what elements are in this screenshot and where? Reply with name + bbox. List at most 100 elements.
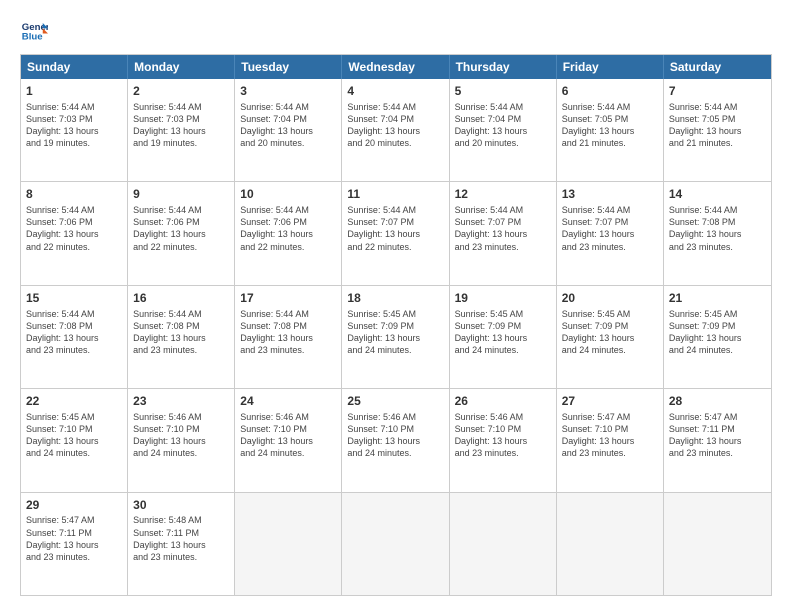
cell-details: Sunrise: 5:44 AMSunset: 7:03 PMDaylight:… (26, 101, 122, 150)
calendar-cell: 24Sunrise: 5:46 AMSunset: 7:10 PMDayligh… (235, 389, 342, 491)
cell-details: Sunrise: 5:44 AMSunset: 7:08 PMDaylight:… (240, 308, 336, 357)
day-number: 12 (455, 186, 551, 203)
cell-details: Sunrise: 5:44 AMSunset: 7:04 PMDaylight:… (347, 101, 443, 150)
calendar-cell: 26Sunrise: 5:46 AMSunset: 7:10 PMDayligh… (450, 389, 557, 491)
cell-details: Sunrise: 5:44 AMSunset: 7:08 PMDaylight:… (26, 308, 122, 357)
calendar-row: 29Sunrise: 5:47 AMSunset: 7:11 PMDayligh… (21, 492, 771, 595)
day-number: 15 (26, 290, 122, 307)
day-number: 1 (26, 83, 122, 100)
weekday-header: Monday (128, 55, 235, 79)
day-number: 28 (669, 393, 766, 410)
day-number: 14 (669, 186, 766, 203)
calendar-cell: 3Sunrise: 5:44 AMSunset: 7:04 PMDaylight… (235, 79, 342, 181)
day-number: 18 (347, 290, 443, 307)
cell-details: Sunrise: 5:44 AMSunset: 7:07 PMDaylight:… (347, 204, 443, 253)
calendar-cell: 16Sunrise: 5:44 AMSunset: 7:08 PMDayligh… (128, 286, 235, 388)
cell-details: Sunrise: 5:47 AMSunset: 7:11 PMDaylight:… (669, 411, 766, 460)
calendar-row: 15Sunrise: 5:44 AMSunset: 7:08 PMDayligh… (21, 285, 771, 388)
calendar-cell: 18Sunrise: 5:45 AMSunset: 7:09 PMDayligh… (342, 286, 449, 388)
day-number: 9 (133, 186, 229, 203)
weekday-header: Thursday (450, 55, 557, 79)
cell-details: Sunrise: 5:44 AMSunset: 7:06 PMDaylight:… (240, 204, 336, 253)
calendar-cell: 22Sunrise: 5:45 AMSunset: 7:10 PMDayligh… (21, 389, 128, 491)
logo: General Blue (20, 16, 48, 44)
calendar-cell: 5Sunrise: 5:44 AMSunset: 7:04 PMDaylight… (450, 79, 557, 181)
day-number: 17 (240, 290, 336, 307)
cell-details: Sunrise: 5:46 AMSunset: 7:10 PMDaylight:… (133, 411, 229, 460)
day-number: 27 (562, 393, 658, 410)
day-number: 24 (240, 393, 336, 410)
weekday-header: Wednesday (342, 55, 449, 79)
cell-details: Sunrise: 5:44 AMSunset: 7:04 PMDaylight:… (240, 101, 336, 150)
day-number: 10 (240, 186, 336, 203)
calendar-cell: 30Sunrise: 5:48 AMSunset: 7:11 PMDayligh… (128, 493, 235, 595)
cell-details: Sunrise: 5:44 AMSunset: 7:07 PMDaylight:… (455, 204, 551, 253)
day-number: 3 (240, 83, 336, 100)
calendar-header: SundayMondayTuesdayWednesdayThursdayFrid… (21, 55, 771, 79)
day-number: 25 (347, 393, 443, 410)
day-number: 4 (347, 83, 443, 100)
day-number: 16 (133, 290, 229, 307)
calendar-page: General Blue SundayMondayTuesdayWednesda… (0, 0, 792, 612)
day-number: 7 (669, 83, 766, 100)
day-number: 8 (26, 186, 122, 203)
calendar-body: 1Sunrise: 5:44 AMSunset: 7:03 PMDaylight… (21, 79, 771, 595)
calendar-row: 1Sunrise: 5:44 AMSunset: 7:03 PMDaylight… (21, 79, 771, 181)
calendar-cell: 25Sunrise: 5:46 AMSunset: 7:10 PMDayligh… (342, 389, 449, 491)
cell-details: Sunrise: 5:44 AMSunset: 7:05 PMDaylight:… (562, 101, 658, 150)
cell-details: Sunrise: 5:45 AMSunset: 7:09 PMDaylight:… (669, 308, 766, 357)
day-number: 6 (562, 83, 658, 100)
calendar-cell: 11Sunrise: 5:44 AMSunset: 7:07 PMDayligh… (342, 182, 449, 284)
cell-details: Sunrise: 5:46 AMSunset: 7:10 PMDaylight:… (455, 411, 551, 460)
calendar-cell (450, 493, 557, 595)
day-number: 22 (26, 393, 122, 410)
day-number: 21 (669, 290, 766, 307)
calendar-cell: 29Sunrise: 5:47 AMSunset: 7:11 PMDayligh… (21, 493, 128, 595)
day-number: 19 (455, 290, 551, 307)
cell-details: Sunrise: 5:45 AMSunset: 7:09 PMDaylight:… (562, 308, 658, 357)
logo-icon: General Blue (20, 16, 48, 44)
calendar-cell: 7Sunrise: 5:44 AMSunset: 7:05 PMDaylight… (664, 79, 771, 181)
weekday-header: Saturday (664, 55, 771, 79)
day-number: 2 (133, 83, 229, 100)
calendar-cell: 20Sunrise: 5:45 AMSunset: 7:09 PMDayligh… (557, 286, 664, 388)
calendar: SundayMondayTuesdayWednesdayThursdayFrid… (20, 54, 772, 596)
day-number: 23 (133, 393, 229, 410)
calendar-cell (342, 493, 449, 595)
calendar-cell: 15Sunrise: 5:44 AMSunset: 7:08 PMDayligh… (21, 286, 128, 388)
day-number: 13 (562, 186, 658, 203)
cell-details: Sunrise: 5:44 AMSunset: 7:03 PMDaylight:… (133, 101, 229, 150)
calendar-cell: 8Sunrise: 5:44 AMSunset: 7:06 PMDaylight… (21, 182, 128, 284)
page-header: General Blue (20, 16, 772, 44)
cell-details: Sunrise: 5:45 AMSunset: 7:10 PMDaylight:… (26, 411, 122, 460)
calendar-row: 22Sunrise: 5:45 AMSunset: 7:10 PMDayligh… (21, 388, 771, 491)
day-number: 11 (347, 186, 443, 203)
weekday-header: Friday (557, 55, 664, 79)
day-number: 20 (562, 290, 658, 307)
calendar-cell: 19Sunrise: 5:45 AMSunset: 7:09 PMDayligh… (450, 286, 557, 388)
weekday-header: Tuesday (235, 55, 342, 79)
cell-details: Sunrise: 5:46 AMSunset: 7:10 PMDaylight:… (240, 411, 336, 460)
calendar-cell: 1Sunrise: 5:44 AMSunset: 7:03 PMDaylight… (21, 79, 128, 181)
calendar-cell (235, 493, 342, 595)
cell-details: Sunrise: 5:44 AMSunset: 7:07 PMDaylight:… (562, 204, 658, 253)
cell-details: Sunrise: 5:44 AMSunset: 7:04 PMDaylight:… (455, 101, 551, 150)
calendar-cell: 2Sunrise: 5:44 AMSunset: 7:03 PMDaylight… (128, 79, 235, 181)
cell-details: Sunrise: 5:44 AMSunset: 7:05 PMDaylight:… (669, 101, 766, 150)
calendar-cell: 12Sunrise: 5:44 AMSunset: 7:07 PMDayligh… (450, 182, 557, 284)
cell-details: Sunrise: 5:44 AMSunset: 7:08 PMDaylight:… (669, 204, 766, 253)
calendar-row: 8 Sunrise: 5:44 AMSunset: 7:06 PMDaylight… (21, 181, 771, 284)
day-number: 5 (455, 83, 551, 100)
calendar-cell (557, 493, 664, 595)
calendar-cell: 28Sunrise: 5:47 AMSunset: 7:11 PMDayligh… (664, 389, 771, 491)
day-number: 26 (455, 393, 551, 410)
cell-details: Sunrise: 5:48 AMSunset: 7:11 PMDaylight:… (133, 514, 229, 563)
calendar-cell: 27Sunrise: 5:47 AMSunset: 7:10 PMDayligh… (557, 389, 664, 491)
day-number: 29 (26, 497, 122, 514)
calendar-cell: 9Sunrise: 5:44 AMSunset: 7:06 PMDaylight… (128, 182, 235, 284)
calendar-cell (664, 493, 771, 595)
cell-details: Sunrise: 5:47 AMSunset: 7:10 PMDaylight:… (562, 411, 658, 460)
calendar-cell: 17Sunrise: 5:44 AMSunset: 7:08 PMDayligh… (235, 286, 342, 388)
cell-details: Sunrise: 5:44 AMSunset: 7:08 PMDaylight:… (133, 308, 229, 357)
day-number: 30 (133, 497, 229, 514)
